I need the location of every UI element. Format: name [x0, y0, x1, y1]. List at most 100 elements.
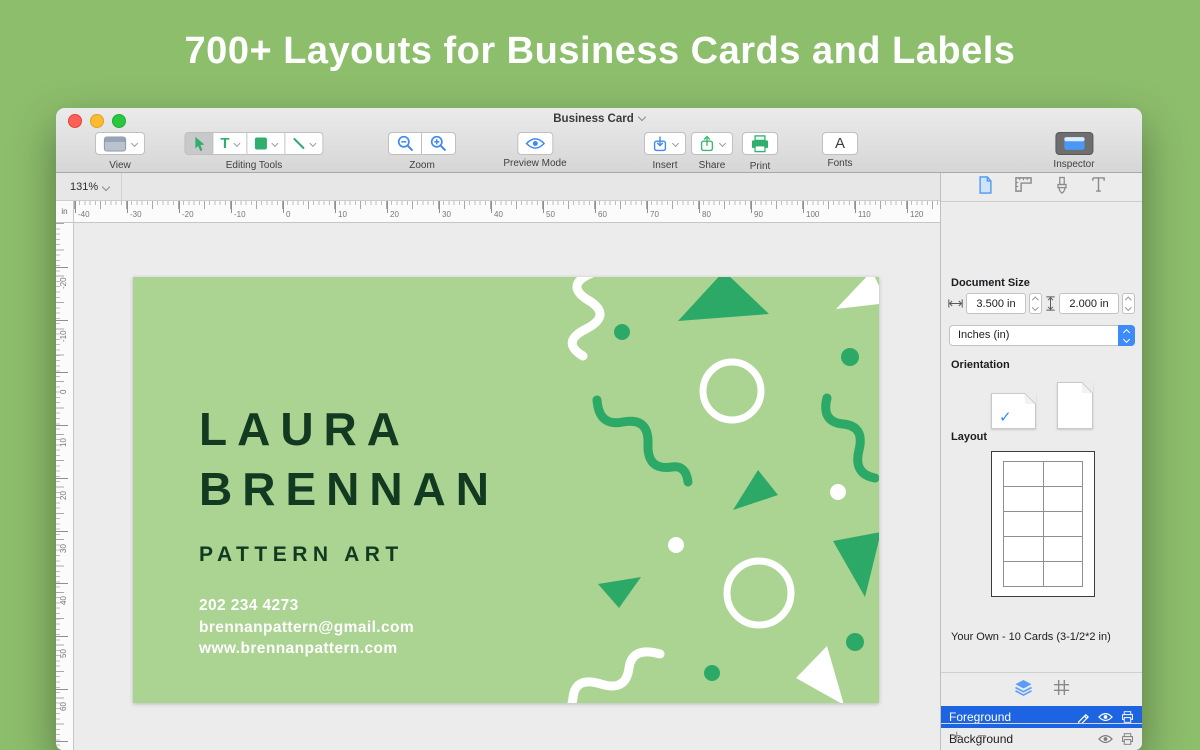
height-field[interactable]: 2.000 in: [1059, 293, 1119, 314]
triangle-shape: [836, 277, 879, 309]
layout-preview[interactable]: [991, 451, 1095, 597]
grid-tab[interactable]: [1053, 679, 1070, 701]
letter-a-icon: A: [835, 135, 845, 152]
layout-caption: Your Own - 10 Cards (3-1/2*2 in): [951, 631, 1111, 643]
chevron-down-icon: [719, 140, 726, 147]
tab-appearance[interactable]: [1054, 176, 1070, 199]
rectangle-icon: [255, 137, 268, 150]
document-size-label: Document Size: [951, 277, 1030, 289]
chevron-down-icon: [638, 113, 646, 121]
text-tool-button[interactable]: T: [213, 132, 247, 155]
triangle-shape: [678, 277, 769, 321]
chevron-down-icon: [131, 140, 138, 147]
layers-icon: [1014, 679, 1033, 696]
panel-separator: [941, 672, 1142, 673]
canvas[interactable]: LAURA BRENNAN PATTERN ART 202 234 4273 b…: [74, 223, 940, 750]
layers-tab[interactable]: [1014, 679, 1033, 701]
triangle-shape: [733, 470, 778, 510]
zoom-out-button[interactable]: [388, 132, 422, 155]
pencil-icon[interactable]: [1077, 711, 1090, 724]
print-button[interactable]: Print: [742, 132, 778, 172]
card-name-line1: LAURA: [199, 399, 499, 459]
horizontal-ruler: -40-30-20-100102030405060708090100110120: [74, 201, 940, 223]
orientation-landscape-option[interactable]: ✓: [991, 393, 1036, 429]
chevron-down-icon: [310, 140, 317, 147]
window-title[interactable]: Business Card: [56, 108, 1142, 130]
orientation-label: Orientation: [951, 359, 1010, 371]
stepper-up-icon: [1032, 297, 1038, 303]
squiggle-shape: [572, 277, 600, 356]
stepper-up-icon: [1125, 297, 1131, 303]
zoom-in-button[interactable]: [422, 132, 456, 155]
inspector-tabs: [941, 173, 1142, 202]
pointer-tool-button[interactable]: [184, 132, 213, 155]
height-stepper[interactable]: [1122, 293, 1135, 314]
chevron-down-icon: [672, 140, 679, 147]
editing-tools-group: T Editing Tools: [184, 132, 323, 171]
shape-tool-button[interactable]: [248, 132, 286, 155]
chevron-down-icon: [102, 182, 110, 190]
inspector-button[interactable]: Inspector: [1053, 132, 1094, 170]
card-website: www.brennanpattern.com: [199, 638, 414, 660]
layers-tabs: [941, 678, 1142, 702]
layout-grid: [1003, 461, 1083, 587]
dot-shape: [704, 665, 720, 681]
printer-icon[interactable]: [1121, 711, 1134, 723]
layer-name: Foreground: [949, 710, 1011, 724]
height-icon: [1045, 296, 1056, 311]
chevron-down-icon: [272, 140, 279, 147]
stepper-down-icon: [1032, 304, 1038, 310]
document-size-row: 3.500 in 2.000 in: [948, 293, 1135, 314]
brush-icon: [1054, 176, 1070, 194]
width-stepper[interactable]: [1029, 293, 1042, 314]
line-tool-button[interactable]: [286, 132, 324, 155]
business-card[interactable]: LAURA BRENNAN PATTERN ART 202 234 4273 b…: [133, 277, 879, 703]
fonts-button[interactable]: A Fonts: [822, 132, 858, 169]
page-icon: [978, 176, 993, 194]
triangle-shape: [833, 532, 879, 597]
triangle-shape: [598, 577, 641, 608]
eye-icon[interactable]: [1098, 712, 1113, 722]
grid-icon: [1053, 679, 1070, 696]
dot-shape: [841, 348, 859, 366]
chevron-down-icon: [234, 140, 241, 147]
page-fold: [1025, 393, 1036, 404]
zoom-level-select[interactable]: 131%: [56, 173, 122, 200]
squiggle-shape: [549, 652, 660, 703]
share-button[interactable]: Share: [691, 132, 733, 171]
tab-text[interactable]: [1091, 176, 1106, 198]
stepper-down-icon: [1125, 304, 1131, 310]
orientation-portrait-option[interactable]: [1057, 382, 1093, 429]
cursor-icon: [192, 136, 205, 152]
preview-mode-button[interactable]: Preview Mode: [503, 132, 566, 169]
remove-layer-button[interactable]: −: [977, 727, 986, 747]
orientation-row: ✓: [941, 371, 1142, 433]
squiggle-shape: [826, 398, 875, 478]
banner-title: 700+ Layouts for Business Cards and Labe…: [0, 30, 1200, 73]
ring-shape: [727, 561, 791, 625]
inspector-panel: Document Size 3.500 in 2.000 in Inches (…: [940, 173, 1142, 750]
width-field[interactable]: 3.500 in: [966, 293, 1026, 314]
view-button[interactable]: View: [95, 132, 145, 171]
insert-icon: [652, 135, 668, 152]
view-icon: [103, 136, 127, 152]
tab-document[interactable]: [978, 176, 993, 199]
insert-button[interactable]: Insert: [644, 132, 686, 171]
units-dropdown[interactable]: Inches (in): [949, 325, 1135, 346]
vertical-ruler: -20-10010203040506070: [56, 223, 74, 750]
line-icon: [293, 137, 306, 150]
tab-rulers[interactable]: [1014, 176, 1033, 198]
card-subtitle: PATTERN ART: [199, 543, 404, 567]
layers-footer: + −: [941, 723, 1142, 750]
dropdown-arrows-icon: [1118, 325, 1135, 346]
width-icon: [948, 298, 963, 309]
squiggle-shape: [597, 400, 688, 482]
dot-shape: [830, 484, 846, 500]
card-email: brennanpattern@gmail.com: [199, 617, 414, 639]
inspector-icon: [1063, 136, 1085, 151]
card-name-line2: BRENNAN: [199, 459, 499, 519]
add-layer-button[interactable]: +: [952, 727, 961, 747]
zoom-group: Zoom: [388, 132, 456, 171]
zoom-bar: 131%: [56, 173, 940, 201]
card-phone: 202 234 4273: [199, 595, 414, 617]
